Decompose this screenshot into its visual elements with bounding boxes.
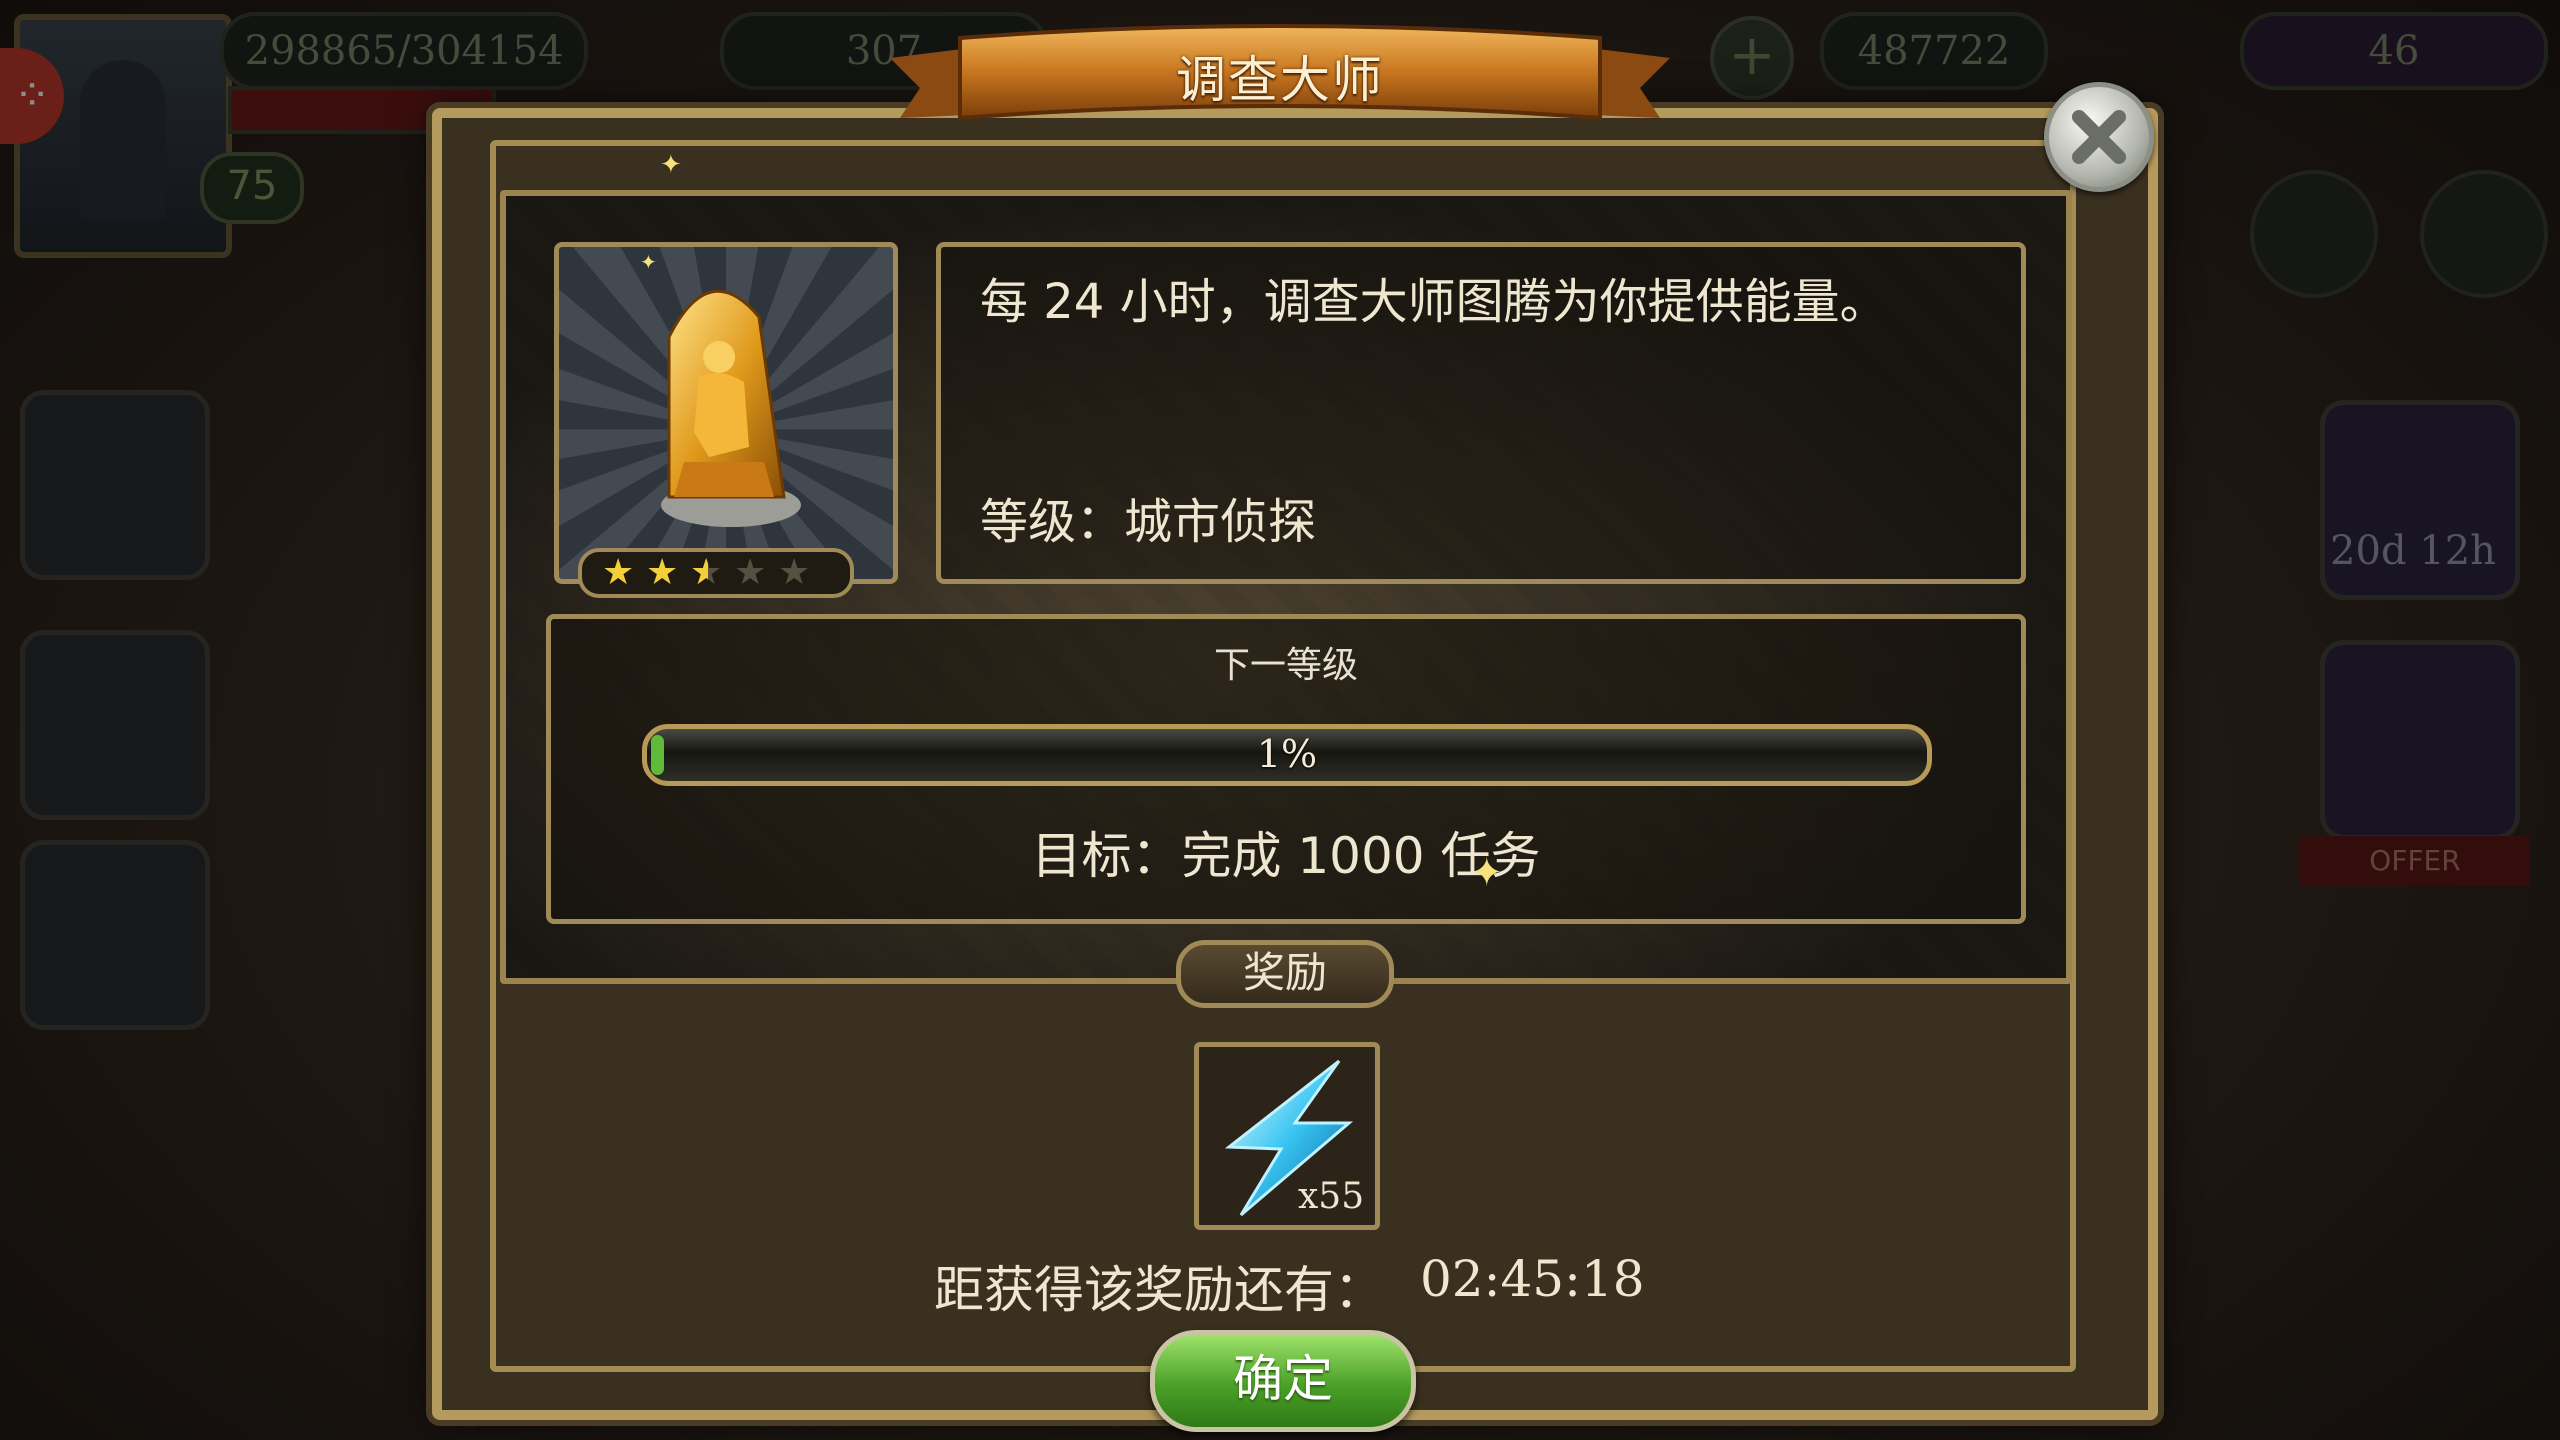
player-avatar[interactable] (14, 14, 232, 258)
offer-label: OFFER (2300, 836, 2530, 886)
totem-description: 每 24 小时，调查大师图腾为你提供能量。 (980, 274, 1888, 330)
sparkle-icon: ✦ (1470, 850, 1504, 896)
gift-icon[interactable] (20, 630, 210, 820)
star-half-fill: ★ (690, 554, 708, 592)
add-coins-button[interactable]: + (1710, 16, 1794, 100)
reward-label: 奖励 (1176, 940, 1394, 1008)
dialog-title: 调查大师 (1176, 51, 1384, 109)
progress-percent: 1% (1256, 732, 1318, 776)
sparkle-icon: ✦ (640, 250, 657, 274)
star-empty-icon: ★ (778, 552, 811, 593)
mail-icon[interactable] (2250, 170, 2378, 298)
totem-portrait (554, 242, 898, 584)
menu-grid-icon: ⁘ (13, 70, 51, 121)
star-full-icon: ★ (602, 552, 635, 593)
reward-timer-label: 距获得该奖励还有： (934, 1261, 1384, 1319)
sparkle-icon: ✦ (660, 150, 682, 180)
close-icon (2072, 110, 2126, 164)
health-counter: 298865/304154 (220, 12, 588, 90)
reward-count: x55 (1298, 1176, 1365, 1217)
rank-stars: ★ ★ ★ ★ ★ ★ (578, 548, 854, 598)
star-empty-icon: ★ (734, 552, 767, 593)
offer-timer: 20d 12h (2330, 528, 2496, 574)
coins-counter: 487722 (1820, 12, 2048, 90)
current-rank: 等级：城市侦探 (980, 494, 1317, 550)
reward-timer: 02:45:18 (1420, 1250, 1645, 1308)
star-full-icon: ★ (646, 552, 679, 593)
settings-gear-icon[interactable] (2420, 170, 2548, 298)
plus-icon: + (1728, 23, 1776, 88)
golden-throne-statue-icon (661, 289, 801, 527)
next-level-label: 下一等级 (1213, 645, 1358, 686)
player-level-badge: 75 (200, 152, 304, 224)
magic-staff-icon[interactable] (20, 390, 210, 580)
close-button[interactable] (2044, 82, 2154, 192)
goal-text: 目标：完成 1000 任务 (1031, 827, 1541, 885)
treasure-chest-icon[interactable] (2320, 640, 2520, 840)
gems-counter: 46 (2240, 12, 2548, 90)
avatar-silhouette-icon (80, 60, 166, 220)
task-list-icon[interactable] (20, 840, 210, 1030)
confirm-button[interactable]: 确定 (1150, 1330, 1416, 1432)
